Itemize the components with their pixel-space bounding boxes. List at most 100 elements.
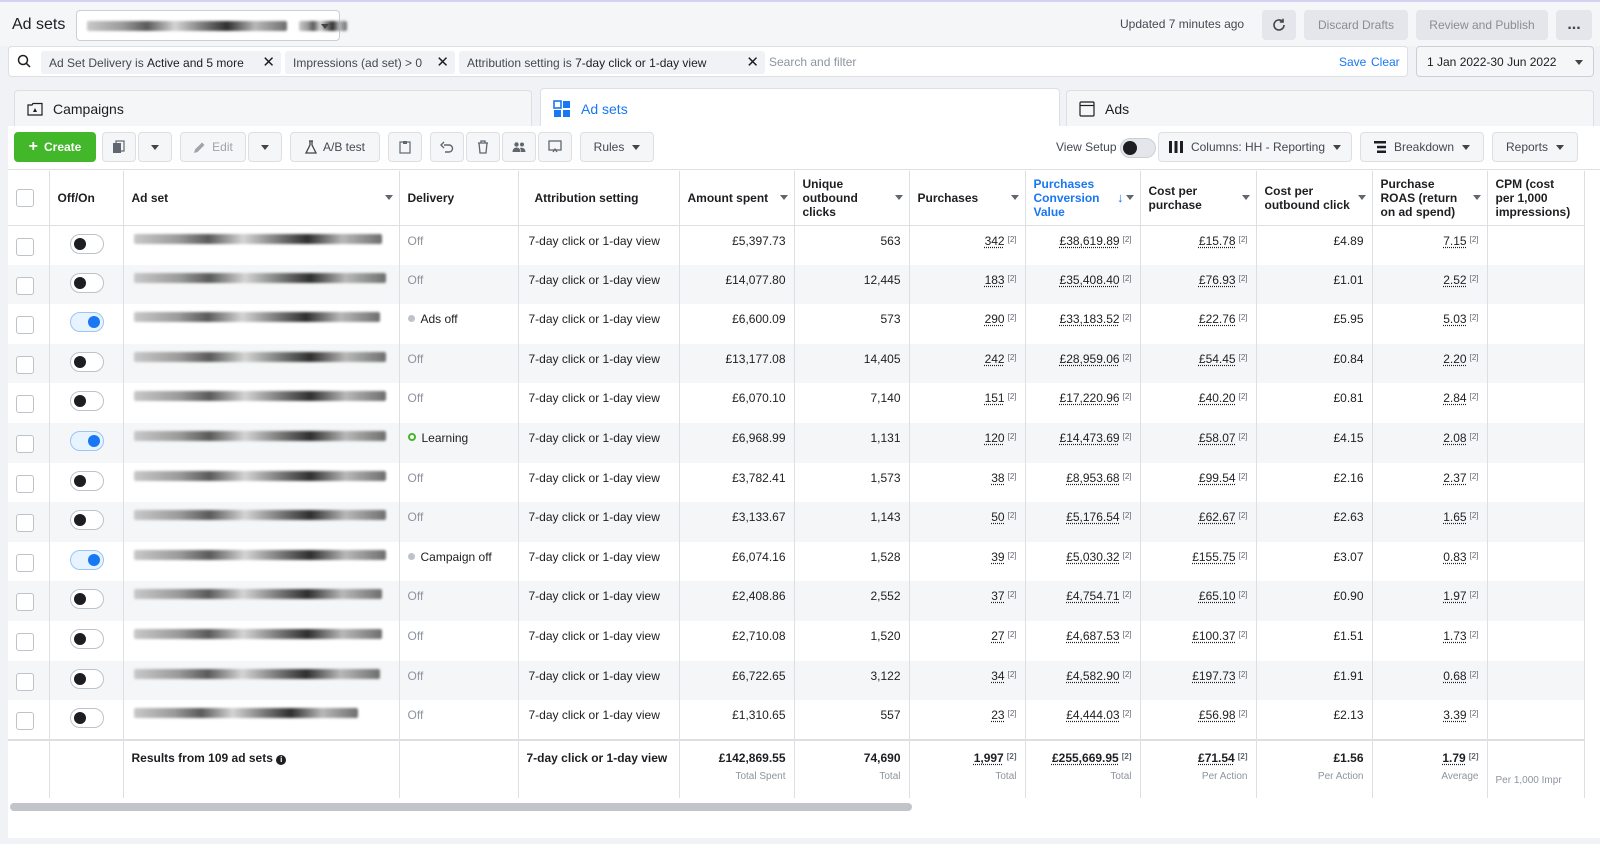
table-row[interactable]: Off 7-day click or 1-day view £5,397.73 563… (8, 225, 1585, 265)
adset-name-cell[interactable] (123, 462, 400, 503)
table-row[interactable]: Off 7-day click or 1-day view £6,070.10 7,1… (8, 383, 1585, 423)
roas-value[interactable]: 1.65 (1443, 510, 1466, 524)
info-icon[interactable]: i (276, 754, 287, 765)
adset-name-cell[interactable] (123, 343, 400, 384)
purchases-value[interactable]: 34 (991, 669, 1004, 683)
adset-name-cell[interactable] (123, 620, 400, 661)
close-icon[interactable]: ✕ (436, 55, 449, 70)
adset-name-cell[interactable] (123, 700, 400, 740)
table-row[interactable]: Off 7-day click or 1-day view £13,177.08 14… (8, 343, 1585, 384)
table-row[interactable]: Campaign off 7-day click or 1-day view £6,… (8, 541, 1585, 582)
adset-name-cell[interactable] (123, 541, 400, 582)
edit-dropdown[interactable] (248, 132, 282, 162)
adset-on-off-toggle[interactable] (69, 470, 104, 491)
roas-value[interactable]: 3.39 (1443, 708, 1466, 722)
adset-name-cell[interactable] (123, 581, 400, 621)
more-options-button[interactable]: ... (1556, 10, 1592, 40)
table-row[interactable]: Off 7-day click or 1-day view £3,133.67 1,1… (8, 502, 1585, 542)
table-row[interactable]: Off 7-day click or 1-day view £3,782.41 1,5… (8, 462, 1585, 503)
adset-on-off-toggle[interactable] (69, 430, 104, 451)
cost-per-purchase-value[interactable]: £62.67 (1199, 510, 1236, 524)
adset-name-cell[interactable] (123, 660, 400, 701)
date-range-picker[interactable]: 1 Jan 2022-30 Jun 2022 (1416, 46, 1594, 77)
purchases-value[interactable]: 183 (985, 273, 1005, 287)
table-row[interactable]: Learning 7-day click or 1-day view £6,968.… (8, 422, 1585, 463)
roas-value[interactable]: 0.83 (1443, 550, 1466, 564)
cost-per-purchase-value[interactable]: £54.45 (1199, 352, 1236, 366)
adset-on-off-toggle[interactable] (69, 391, 104, 412)
tab-ads[interactable]: Ads (1066, 90, 1594, 126)
adset-name-cell[interactable] (123, 383, 400, 423)
discard-drafts-button[interactable]: Discard Drafts (1304, 10, 1408, 40)
purchases-value[interactable]: 242 (985, 352, 1005, 366)
table-row[interactable]: Off 7-day click or 1-day view £6,722.65 3,1… (8, 660, 1585, 701)
conversion-value[interactable]: £33,183.52 (1060, 312, 1120, 326)
col-cost-per-purchase[interactable]: Cost per purchase (1140, 171, 1257, 226)
roas-value[interactable]: 7.15 (1443, 234, 1466, 248)
conversion-value[interactable]: £28,959.06 (1060, 352, 1120, 366)
row-checkbox[interactable] (16, 355, 34, 374)
col-cpm[interactable]: CPM (cost per 1,000 impressions) (1487, 171, 1585, 226)
create-button[interactable]: + Create (14, 132, 96, 162)
refresh-button[interactable] (1262, 10, 1296, 40)
audience-button[interactable] (502, 132, 536, 162)
adset-on-off-toggle[interactable] (69, 549, 104, 570)
review-publish-button[interactable]: Review and Publish (1416, 10, 1548, 40)
save-filter-link[interactable]: Save (1339, 55, 1366, 69)
row-checkbox[interactable] (16, 237, 34, 256)
adset-on-off-toggle[interactable] (69, 708, 104, 729)
roas-value[interactable]: 0.68 (1443, 669, 1466, 683)
cost-per-purchase-value[interactable]: £65.10 (1199, 589, 1236, 603)
clipboard-button[interactable] (388, 132, 422, 162)
adset-name-cell[interactable] (123, 422, 400, 463)
purchases-value[interactable]: 120 (985, 431, 1005, 445)
roas-value[interactable]: 2.20 (1443, 352, 1466, 366)
rules-button[interactable]: Rules (580, 132, 654, 162)
table-row[interactable]: Off 7-day click or 1-day view £1,310.65 557… (8, 700, 1585, 740)
select-all-checkbox[interactable] (16, 189, 34, 208)
conversion-value[interactable]: £17,220.96 (1060, 391, 1120, 405)
conversion-value[interactable]: £4,687.53 (1066, 629, 1119, 643)
ab-test-button[interactable]: A/B test (290, 132, 380, 162)
roas-value[interactable]: 1.73 (1443, 629, 1466, 643)
col-delivery[interactable]: Delivery (399, 171, 519, 226)
cost-per-purchase-value[interactable]: £15.78 (1199, 234, 1236, 248)
undo-button[interactable] (430, 132, 464, 162)
purchases-value[interactable]: 37 (991, 589, 1004, 603)
conversion-value[interactable]: £8,953.68 (1066, 471, 1119, 485)
col-purchases[interactable]: Purchases (909, 171, 1026, 226)
purchases-value[interactable]: 38 (991, 471, 1004, 485)
conversion-value[interactable]: £35,408.40 (1060, 273, 1120, 287)
close-icon[interactable]: ✕ (746, 55, 759, 70)
roas-value[interactable]: 2.52 (1443, 273, 1466, 287)
col-cost-per-click[interactable]: Cost per outbound click (1256, 171, 1373, 226)
table-row[interactable]: Off 7-day click or 1-day view £2,710.08 1,5… (8, 620, 1585, 661)
adset-on-off-toggle[interactable] (69, 510, 104, 531)
purchases-value[interactable]: 290 (985, 312, 1005, 326)
conversion-value[interactable]: £5,176.54 (1066, 510, 1119, 524)
tab-adsets[interactable]: Ad sets (540, 88, 1060, 128)
purchases-value[interactable]: 27 (991, 629, 1004, 643)
preview-button[interactable] (538, 132, 572, 162)
adset-on-off-toggle[interactable] (69, 272, 104, 293)
roas-value[interactable]: 5.03 (1443, 312, 1466, 326)
adset-on-off-toggle[interactable] (69, 628, 104, 649)
adset-on-off-toggle[interactable] (69, 312, 104, 333)
totals-value[interactable]: 1,997 (974, 751, 1004, 765)
duplicate-dropdown[interactable] (138, 132, 172, 162)
cost-per-purchase-value[interactable]: £99.54 (1199, 471, 1236, 485)
col-adset[interactable]: Ad set (123, 171, 400, 226)
columns-button[interactable]: Columns: HH - Reporting (1158, 132, 1352, 162)
conversion-value[interactable]: £4,754.71 (1066, 589, 1119, 603)
cost-per-purchase-value[interactable]: £58.07 (1199, 431, 1236, 445)
conversion-value[interactable]: £4,444.03 (1066, 708, 1119, 722)
cost-per-purchase-value[interactable]: £22.76 (1199, 312, 1236, 326)
row-checkbox[interactable] (16, 474, 34, 493)
row-checkbox[interactable] (16, 712, 34, 731)
roas-value[interactable]: 1.97 (1443, 589, 1466, 603)
breakdown-button[interactable]: Breakdown (1360, 132, 1484, 162)
totals-value[interactable]: 1.79 (1442, 751, 1465, 765)
col-roas[interactable]: Purchase ROAS (return on ad spend) (1372, 171, 1488, 226)
row-checkbox[interactable] (16, 276, 34, 295)
col-outbound-clicks[interactable]: Unique outbound clicks (794, 171, 910, 226)
